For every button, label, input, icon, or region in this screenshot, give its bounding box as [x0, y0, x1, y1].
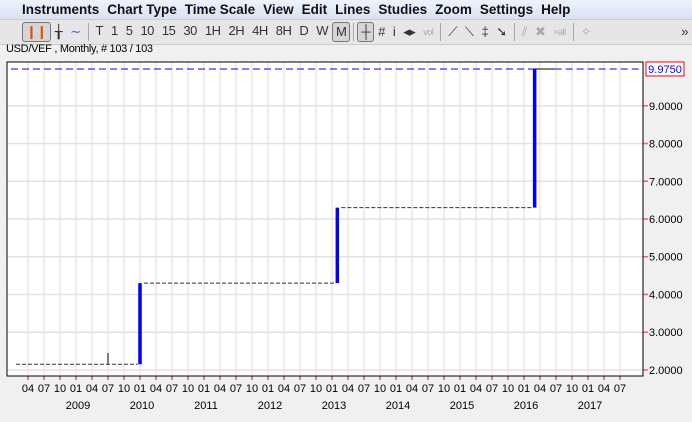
last-price-label: 9.9750	[648, 64, 682, 76]
y-tick-label: 2.0000	[649, 365, 683, 377]
year-label: 2009	[66, 400, 90, 412]
x-tick-label: 07	[230, 383, 242, 395]
x-tick-label: 01	[262, 383, 274, 395]
x-tick-label: 07	[38, 383, 50, 395]
x-tick-label: 07	[166, 383, 178, 395]
x-tick-label: 10	[246, 383, 258, 395]
x-tick-label: 10	[438, 383, 450, 395]
year-label: 2010	[130, 400, 154, 412]
x-tick-label: 07	[102, 383, 114, 395]
x-tick-label: 10	[118, 383, 130, 395]
year-label: 2014	[386, 400, 410, 412]
year-label: 2011	[194, 400, 218, 412]
year-label: 2015	[450, 400, 474, 412]
x-tick-label: 01	[518, 383, 530, 395]
x-tick-label: 10	[182, 383, 194, 395]
x-tick-label: 07	[422, 383, 434, 395]
x-tick-label: 01	[454, 383, 466, 395]
year-label: 2017	[578, 400, 602, 412]
year-label: 2013	[322, 400, 346, 412]
y-tick-label: 8.0000	[649, 139, 683, 151]
year-label: 2016	[514, 400, 538, 412]
x-tick-label: 01	[582, 383, 594, 395]
y-tick-label: 3.0000	[649, 327, 683, 339]
x-tick-label: 07	[294, 383, 306, 395]
x-tick-label: 01	[134, 383, 146, 395]
x-tick-label: 04	[534, 383, 546, 395]
x-tick-label: 04	[278, 383, 290, 395]
x-tick-label: 10	[310, 383, 322, 395]
y-tick-label: 7.0000	[649, 176, 683, 188]
x-tick-label: 07	[614, 383, 626, 395]
x-tick-label: 01	[326, 383, 338, 395]
x-tick-label: 04	[470, 383, 482, 395]
x-tick-label: 07	[486, 383, 498, 395]
x-tick-label: 10	[374, 383, 386, 395]
x-tick-label: 10	[502, 383, 514, 395]
x-tick-label: 04	[598, 383, 610, 395]
x-tick-label: 10	[566, 383, 578, 395]
x-tick-label: 04	[406, 383, 418, 395]
y-tick-label: 4.0000	[649, 289, 683, 301]
year-label: 2012	[258, 400, 282, 412]
y-tick-label: 9.0000	[649, 101, 683, 113]
x-tick-label: 01	[390, 383, 402, 395]
x-tick-label: 04	[86, 383, 98, 395]
x-tick-label: 07	[358, 383, 370, 395]
y-tick-label: 5.0000	[649, 252, 683, 264]
y-tick-label: 6.0000	[649, 214, 683, 226]
price-chart[interactable]: 04 07 10 01 04 07 10 01 04 07 10 01 04 07 10 01 04 07 10 01…	[0, 0, 692, 422]
x-tick-label: 10	[54, 383, 66, 395]
x-tick-label: 01	[70, 383, 82, 395]
x-tick-label: 04	[22, 383, 34, 395]
x-tick-label: 04	[342, 383, 354, 395]
x-tick-label: 01	[198, 383, 210, 395]
x-tick-label: 04	[214, 383, 226, 395]
x-tick-label: 04	[150, 383, 162, 395]
x-tick-label: 07	[550, 383, 562, 395]
